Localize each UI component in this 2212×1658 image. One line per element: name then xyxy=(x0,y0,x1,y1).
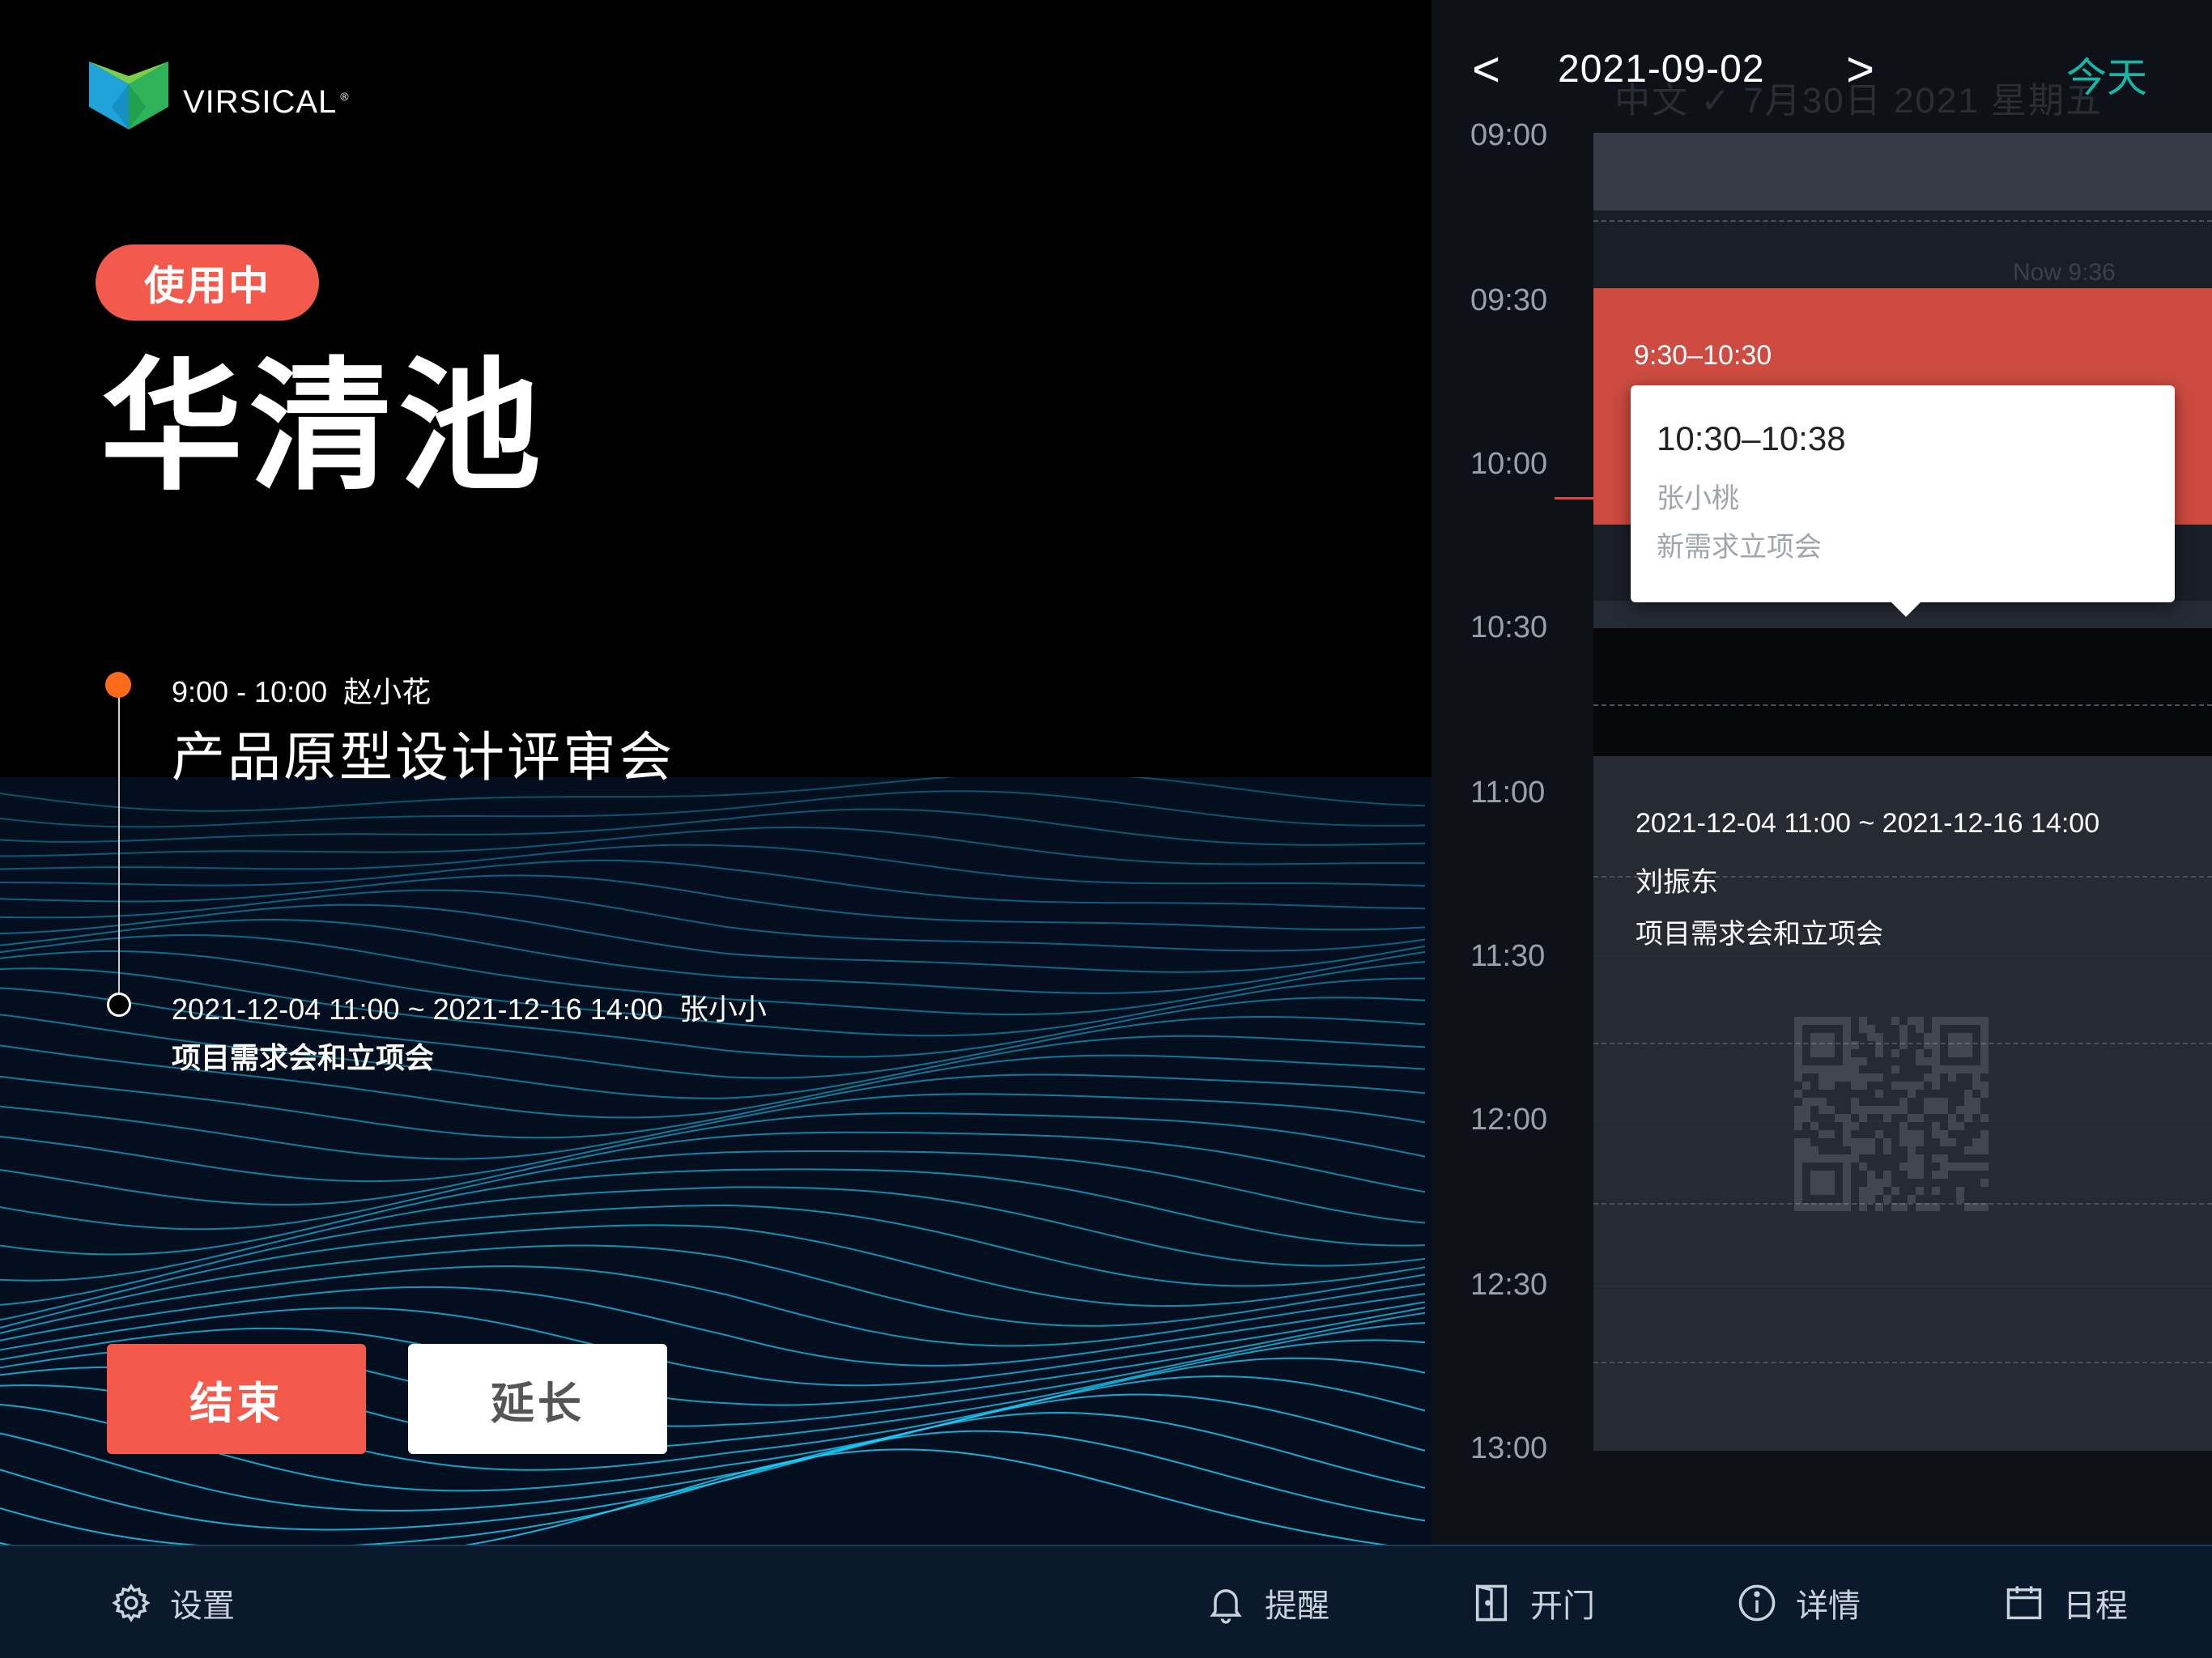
brand-name: VIRSICAL ® xyxy=(183,83,350,120)
prev-day-button[interactable]: < xyxy=(1472,45,1500,94)
schedule-label: 日程 xyxy=(2063,1588,2128,1624)
hour-divider xyxy=(1593,955,2212,957)
timeline-connector xyxy=(118,688,120,1005)
door-icon xyxy=(1475,1584,1508,1622)
bell-icon xyxy=(1210,1589,1242,1624)
settings-label: 设置 xyxy=(170,1588,235,1624)
current-meeting-meta: 9:00 - 10:00 赵小花 xyxy=(172,669,431,711)
popup-time: 10:30–10:38 xyxy=(1657,419,1846,457)
status-badge: 使用中 xyxy=(96,244,319,321)
current-meeting-host: 赵小花 xyxy=(343,675,432,708)
room-panel: VIRSICAL ® 使用中 华清池 9:00 - 10:00 赵小花 产品原型设… xyxy=(0,0,1431,1545)
event-long-host: 刘振东 xyxy=(1636,867,1718,898)
half-hour-divider xyxy=(1593,1362,2212,1363)
open-door-button[interactable]: 开门 xyxy=(1470,1546,1595,1658)
next-day-button[interactable]: > xyxy=(1846,45,1874,94)
open-door-label: 开门 xyxy=(1530,1588,1595,1624)
virsical-logo-icon xyxy=(89,62,168,130)
next-meeting-title: 项目需求会和立项会 xyxy=(172,1041,435,1074)
time-label: 11:30 xyxy=(1470,939,1546,973)
time-label: 09:30 xyxy=(1470,283,1548,317)
time-label: 11:00 xyxy=(1470,776,1546,810)
current-meeting-time: 9:00 - 10:00 xyxy=(172,675,328,708)
bottom-toolbar: 设置 提醒 开门 详情 日程 xyxy=(0,1545,2212,1658)
time-label: 13:00 xyxy=(1470,1431,1548,1465)
next-meeting-dot xyxy=(107,993,131,1017)
calendar-icon xyxy=(2006,1586,2042,1620)
event-long-time: 2021-12-04 11:00 ~ 2021-12-16 14:00 xyxy=(1636,808,2100,839)
settings-button[interactable]: 设置 xyxy=(110,1546,235,1658)
remind-label: 提醒 xyxy=(1265,1588,1329,1624)
schedule-button[interactable]: 日程 xyxy=(2003,1546,2128,1658)
qr-code-icon xyxy=(1794,1017,1989,1211)
popup-title: 新需求立项会 xyxy=(1657,532,1822,563)
room-name: 华清池 xyxy=(100,348,548,507)
schedule-panel: 中文 ✓ 7月30日 2021 星期五 9:30–10:30 Now 9:36 … xyxy=(1431,0,2212,1545)
current-meeting-dot xyxy=(105,672,131,698)
next-meeting-host: 张小小 xyxy=(678,993,767,1026)
details-label: 详情 xyxy=(1796,1588,1861,1624)
time-label: 10:30 xyxy=(1470,610,1548,644)
ghost-now-label: Now 9:36 xyxy=(2013,259,2116,286)
next-meeting-time: 2021-12-04 11:00 ~ 2021-12-16 14:00 xyxy=(172,993,663,1026)
event-current-time: 9:30–10:30 xyxy=(1634,340,1772,371)
half-hour-divider xyxy=(1593,704,2212,706)
today-button[interactable]: 今天 xyxy=(2066,45,2147,104)
end-meeting-button[interactable]: 结束 xyxy=(107,1344,366,1454)
remind-button[interactable]: 提醒 xyxy=(1205,1546,1329,1658)
next-meeting-meta: 2021-12-04 11:00 ~ 2021-12-16 14:00 张小小 xyxy=(172,986,767,1028)
info-icon xyxy=(1738,1584,1776,1622)
extend-meeting-button[interactable]: 延长 xyxy=(408,1344,667,1454)
schedule-gap xyxy=(1593,628,2212,756)
event-popup[interactable]: 10:30–10:38 张小桃 新需求立项会 xyxy=(1631,385,2175,617)
hour-divider xyxy=(1593,1286,2212,1287)
event-long-title: 项目需求会和立项会 xyxy=(1636,919,1883,950)
time-label: 12:00 xyxy=(1470,1103,1548,1137)
schedule-slot-0900[interactable] xyxy=(1593,133,2212,210)
gear-icon xyxy=(112,1584,151,1622)
current-meeting-title: 产品原型设计评审会 xyxy=(172,727,674,787)
now-indicator xyxy=(1555,497,1593,500)
half-hour-divider xyxy=(1593,220,2212,222)
time-label: 10:00 xyxy=(1470,447,1548,481)
time-label: 12:30 xyxy=(1470,1268,1548,1302)
popup-host: 张小桃 xyxy=(1657,483,1739,514)
details-button[interactable]: 详情 xyxy=(1736,1546,1861,1658)
brand-logo: VIRSICAL ® xyxy=(89,62,350,130)
calendar-date: 2021-09-02 xyxy=(1558,48,1765,91)
time-label: 09:00 xyxy=(1470,118,1548,152)
